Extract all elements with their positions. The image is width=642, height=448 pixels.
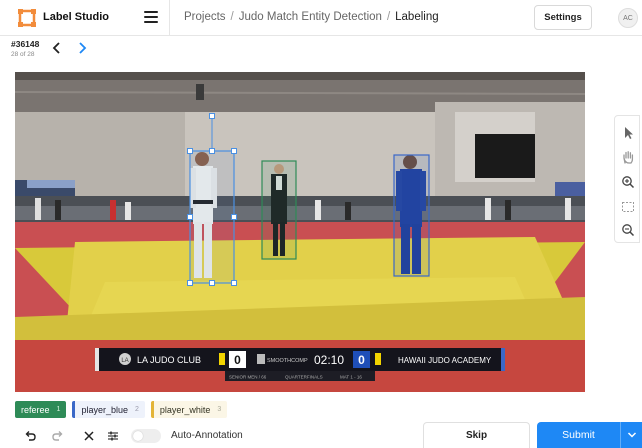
score-sponsor: SMOOTHCOMP [267,358,308,364]
zoom-in-icon[interactable] [621,175,635,189]
bbox-referee[interactable] [261,160,297,260]
toggle-knob [133,431,143,441]
score-left-team: LA JUDO CLUB [137,355,201,365]
close-icon[interactable] [83,430,95,442]
chevron-left-icon[interactable] [52,41,62,55]
label-name: referee [21,404,50,415]
judo-match-image: LA LA JUDO CLUB 0 SMOOTHCOMP 02:10 0 HAW… [15,72,585,392]
label-hotkey: 3 [217,406,222,413]
auto-annotation-toggle[interactable] [131,429,161,443]
hamburger-menu-icon[interactable] [144,11,158,23]
breadcrumb-projects[interactable]: Projects [184,11,226,23]
redo-icon[interactable] [52,430,64,442]
score-left: 0 [234,353,241,367]
task-position: 28 of 28 [11,51,35,58]
divider [169,0,170,36]
svg-text:LA: LA [121,358,128,364]
skip-button[interactable]: Skip [423,422,530,448]
score-clock: 02:10 [314,353,344,367]
undo-icon[interactable] [24,430,36,442]
pointer-icon[interactable] [621,126,635,140]
breadcrumb-project[interactable]: Judo Match Entity Detection [239,11,382,23]
user-avatar[interactable]: AC [618,8,638,28]
label-name: player_white [159,404,211,415]
app-title[interactable]: Label Studio [43,11,109,23]
image-canvas[interactable]: LA LA JUDO CLUB 0 SMOOTHCOMP 02:10 0 HAW… [15,72,585,392]
chevron-down-icon [627,432,636,438]
settings-sliders-icon[interactable] [107,430,119,442]
label-player-blue[interactable]: player_blue 2 [72,401,145,418]
label-list: referee 1 player_blue 2 player_white 3 [15,401,228,418]
top-bar: Label Studio Projects / Judo Match Entity … [0,0,642,36]
score-sub-3: MAT 1 - 16 [340,375,362,380]
score-sub-2: QUARTERFINALS [285,375,323,380]
breadcrumb-separator: / [386,11,391,23]
breadcrumb: Projects / Judo Match Entity Detection / Lab… [184,11,439,23]
chevron-right-icon[interactable] [77,41,87,55]
bbox-player-blue[interactable] [393,154,430,277]
task-id: #36148 [11,39,40,49]
auto-annotation-label: Auto-Annotation [171,430,243,441]
submit-options-button[interactable] [620,422,642,448]
score-sub-1: SENIOR MEN / 66 [229,375,267,380]
pan-hand-icon[interactable] [621,150,635,164]
label-player-white[interactable]: player_white 3 [150,401,228,418]
score-right: 0 [358,353,365,367]
label-name: player_blue [81,404,128,415]
label-studio-logo-icon [18,9,36,27]
score-right-team: HAWAII JUDO ACADEMY [398,356,492,365]
fit-screen-icon[interactable] [621,200,635,214]
image-toolbar [614,115,640,243]
breadcrumb-separator: / [230,11,234,23]
label-hotkey: 2 [134,406,139,413]
settings-button[interactable]: Settings [534,5,592,30]
label-hotkey: 1 [56,406,61,413]
label-referee[interactable]: referee 1 [15,401,67,418]
submit-button[interactable]: Submit [537,422,620,448]
breadcrumb-current: Labeling [395,11,439,23]
zoom-out-icon[interactable] [621,223,635,237]
